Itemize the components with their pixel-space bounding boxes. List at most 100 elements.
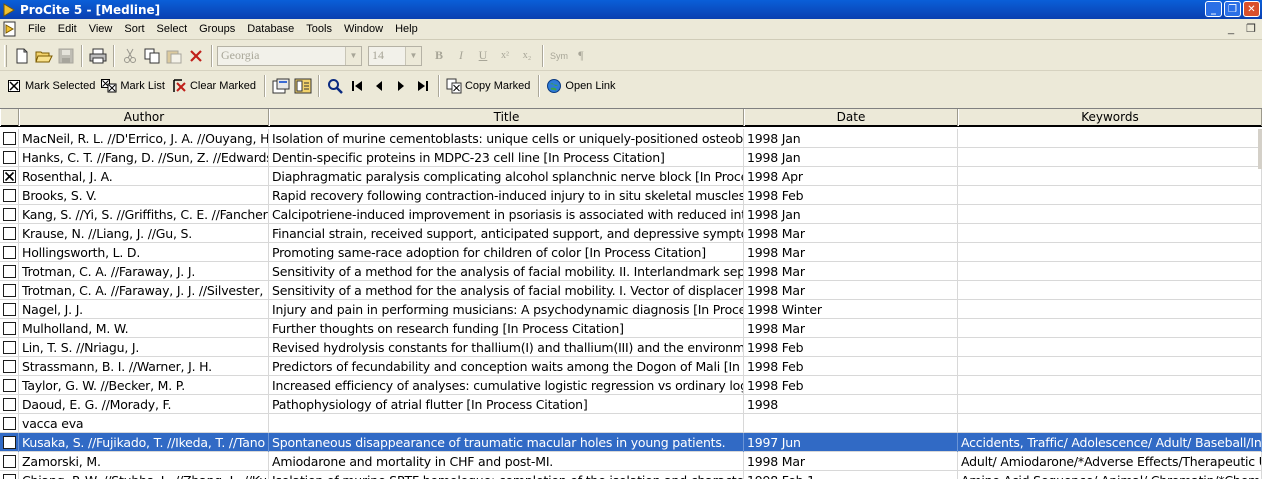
- title-cell[interactable]: Promoting same-race adoption for childre…: [269, 242, 744, 262]
- keywords-cell[interactable]: [958, 299, 1262, 319]
- table-row[interactable]: Brooks, S. V. Rapid recovery following co…: [0, 185, 1262, 205]
- mark-checkbox[interactable]: [2, 188, 16, 202]
- date-cell[interactable]: 1998 Feb 1: [744, 470, 958, 479]
- date-cell[interactable]: 1998 Jan: [744, 147, 958, 167]
- record-properties-icon[interactable]: [270, 75, 292, 97]
- table-row[interactable]: Daoud, E. G. //Morady, F. Pathophysiology…: [0, 394, 1262, 414]
- title-cell[interactable]: Spontaneous disappearance of traumatic m…: [269, 432, 744, 452]
- keywords-cell[interactable]: Amino Acid Sequence/ Animal/ Chromatin/*…: [958, 470, 1262, 479]
- author-cell[interactable]: Kang, S. //Yi, S. //Griffiths, C. E. //F…: [19, 204, 269, 224]
- mark-checkbox[interactable]: [2, 226, 16, 240]
- table-row[interactable]: Kang, S. //Yi, S. //Griffiths, C. E. //F…: [0, 204, 1262, 224]
- menu-edit[interactable]: Edit: [52, 20, 83, 39]
- title-cell[interactable]: Injury and pain in performing musicians:…: [269, 299, 744, 319]
- author-cell[interactable]: Chiang, P. W. //Stubbs, L. //Zhang, L. /…: [19, 470, 269, 479]
- menu-sort[interactable]: Sort: [118, 20, 150, 39]
- date-cell[interactable]: 1998: [744, 394, 958, 414]
- date-cell[interactable]: 1998 Feb: [744, 185, 958, 205]
- mark-checkbox[interactable]: [2, 454, 16, 468]
- keywords-cell[interactable]: [958, 413, 1262, 433]
- subscript-button[interactable]: x₂: [516, 45, 538, 67]
- table-row[interactable]: Chiang, P. W. //Stubbs, L. //Zhang, L. /…: [0, 470, 1262, 479]
- author-cell[interactable]: Trotman, C. A. //Faraway, J. J. //Silves…: [19, 280, 269, 300]
- keywords-cell[interactable]: [958, 280, 1262, 300]
- mark-checkbox[interactable]: [2, 131, 16, 145]
- keywords-cell[interactable]: [958, 356, 1262, 376]
- date-cell[interactable]: 1998 Winter: [744, 299, 958, 319]
- title-cell[interactable]: Calcipotriene-induced improvement in pso…: [269, 204, 744, 224]
- bold-button[interactable]: B: [428, 45, 450, 67]
- new-document-icon[interactable]: [11, 45, 33, 67]
- keywords-cell[interactable]: [958, 147, 1262, 167]
- table-row[interactable]: Strassmann, B. I. //Warner, J. H. Predict…: [0, 356, 1262, 376]
- author-cell[interactable]: Rosenthal, J. A.: [19, 166, 269, 186]
- author-cell[interactable]: Mulholland, M. W.: [19, 318, 269, 338]
- keywords-cell[interactable]: [958, 185, 1262, 205]
- last-record-icon[interactable]: [412, 75, 434, 97]
- delete-icon[interactable]: [185, 45, 207, 67]
- doc-restore-button[interactable]: ❐: [1244, 22, 1258, 36]
- keywords-cell[interactable]: [958, 204, 1262, 224]
- mark-checkbox[interactable]: [2, 245, 16, 259]
- paragraph-button[interactable]: ¶: [570, 45, 592, 67]
- date-cell[interactable]: 1998 Mar: [744, 242, 958, 262]
- table-row[interactable]: vacca eva: [0, 413, 1262, 433]
- author-cell[interactable]: Zamorski, M.: [19, 451, 269, 471]
- keywords-cell[interactable]: [958, 394, 1262, 414]
- title-cell[interactable]: Isolation of murine cementoblasts: uniqu…: [269, 128, 744, 148]
- table-row[interactable]: Taylor, G. W. //Becker, M. P. Increased e…: [0, 375, 1262, 395]
- keywords-cell[interactable]: Adult/ Amiodarone/*Adverse Effects/Thera…: [958, 451, 1262, 471]
- date-cell[interactable]: 1998 Mar: [744, 280, 958, 300]
- copy-marked-button[interactable]: Copy Marked: [444, 75, 534, 97]
- author-cell[interactable]: Taylor, G. W. //Becker, M. P.: [19, 375, 269, 395]
- date-cell[interactable]: 1997 Jun: [744, 432, 958, 452]
- table-row[interactable]: Lin, T. S. //Nriagu, J. Revised hydrolysi…: [0, 337, 1262, 357]
- date-cell[interactable]: 1998 Feb: [744, 337, 958, 357]
- mark-selected-button[interactable]: Mark Selected: [4, 75, 99, 97]
- keywords-cell[interactable]: Accidents, Traffic/ Adolescence/ Adult/ …: [958, 432, 1262, 452]
- open-folder-icon[interactable]: [33, 45, 55, 67]
- table-row[interactable]: Krause, N. //Liang, J. //Gu, S. Financial…: [0, 223, 1262, 243]
- close-button[interactable]: ✕: [1243, 1, 1260, 17]
- title-cell[interactable]: Pathophysiology of atrial flutter [In Pr…: [269, 394, 744, 414]
- symbol-button[interactable]: Sym: [548, 45, 570, 67]
- previous-record-icon[interactable]: [368, 75, 390, 97]
- restore-button[interactable]: ❐: [1224, 1, 1241, 17]
- date-cell[interactable]: [744, 413, 958, 433]
- author-cell[interactable]: Trotman, C. A. //Faraway, J. J.: [19, 261, 269, 281]
- table-row[interactable]: Rosenthal, J. A. Diaphragmatic paralysis …: [0, 166, 1262, 186]
- paste-icon[interactable]: [163, 45, 185, 67]
- keywords-cell[interactable]: [958, 261, 1262, 281]
- date-cell[interactable]: 1998 Mar: [744, 261, 958, 281]
- print-icon[interactable]: [87, 45, 109, 67]
- workform-icon[interactable]: [292, 75, 314, 97]
- menu-window[interactable]: Window: [338, 20, 389, 39]
- mark-checkbox[interactable]: [2, 378, 16, 392]
- author-cell[interactable]: MacNeil, R. L. //D'Errico, J. A. //Ouyan…: [19, 128, 269, 148]
- chevron-down-icon[interactable]: ▼: [345, 46, 361, 65]
- date-cell[interactable]: 1998 Jan: [744, 204, 958, 224]
- title-cell[interactable]: Rapid recovery following contraction-ind…: [269, 185, 744, 205]
- column-header-keywords[interactable]: Keywords: [958, 109, 1262, 126]
- table-row[interactable]: Trotman, C. A. //Faraway, J. J. //Silves…: [0, 280, 1262, 300]
- keywords-cell[interactable]: [958, 242, 1262, 262]
- date-cell[interactable]: 1998 Mar: [744, 318, 958, 338]
- menu-tools[interactable]: Tools: [300, 20, 338, 39]
- date-cell[interactable]: 1998 Feb: [744, 375, 958, 395]
- menu-view[interactable]: View: [83, 20, 119, 39]
- title-cell[interactable]: Sensitivity of a method for the analysis…: [269, 261, 744, 281]
- keywords-cell[interactable]: [958, 375, 1262, 395]
- menu-select[interactable]: Select: [151, 20, 194, 39]
- title-cell[interactable]: Diaphragmatic paralysis complicating alc…: [269, 166, 744, 186]
- toolbar-grip[interactable]: [4, 44, 7, 67]
- table-row[interactable]: MacNeil, R. L. //D'Errico, J. A. //Ouyan…: [0, 128, 1262, 148]
- menu-database[interactable]: Database: [241, 20, 300, 39]
- author-cell[interactable]: Lin, T. S. //Nriagu, J.: [19, 337, 269, 357]
- save-icon[interactable]: [55, 45, 77, 67]
- keywords-cell[interactable]: [958, 337, 1262, 357]
- author-cell[interactable]: Brooks, S. V.: [19, 185, 269, 205]
- author-cell[interactable]: Kusaka, S. //Fujikado, T. //Ikeda, T. //…: [19, 432, 269, 452]
- title-cell[interactable]: Sensitivity of a method for the analysis…: [269, 280, 744, 300]
- date-cell[interactable]: 1998 Mar: [744, 451, 958, 471]
- table-row[interactable]: Zamorski, M. Amiodarone and mortality in …: [0, 451, 1262, 471]
